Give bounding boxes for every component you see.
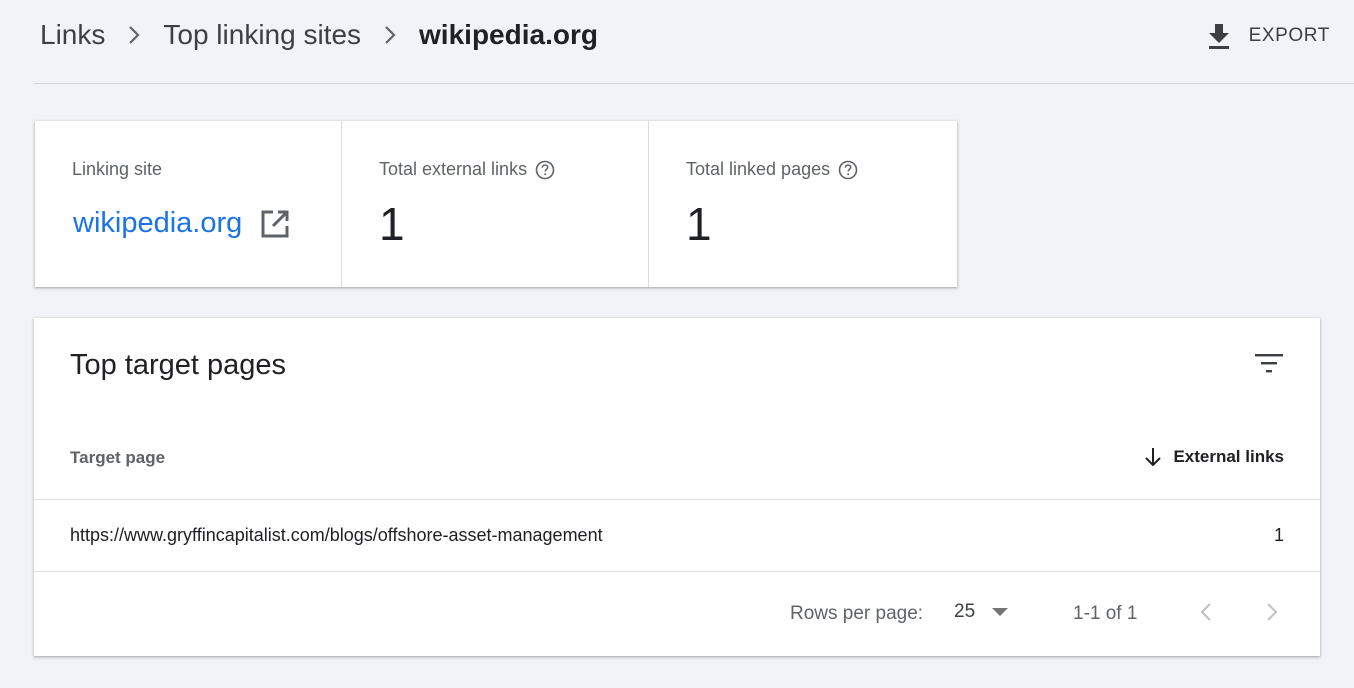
column-header-target-page[interactable]: Target page	[70, 448, 165, 468]
total-linked-pages-label: Total linked pages	[686, 159, 858, 180]
filter-list-icon	[1254, 352, 1284, 374]
table-row[interactable]: https://www.gryffincapitalist.com/blogs/…	[34, 500, 1320, 572]
total-external-links-label: Total external links	[379, 159, 555, 180]
breadcrumb-top-linking-sites[interactable]: Top linking sites	[163, 19, 361, 51]
linking-site-label: Linking site	[72, 159, 162, 180]
summary-card: Linking site wikipedia.org Total externa…	[35, 121, 957, 287]
linking-site-value[interactable]: wikipedia.org	[73, 207, 242, 240]
previous-page-button[interactable]	[1188, 594, 1224, 630]
external-links-cell: 1	[1273, 525, 1284, 545]
rows-per-page-value: 25	[954, 601, 976, 622]
linking-site-metric: Linking site wikipedia.org	[35, 121, 342, 287]
linking-site-label-text: Linking site	[72, 159, 163, 179]
help-circle-icon[interactable]	[535, 160, 555, 180]
card-title: Top target pages	[70, 349, 287, 381]
chevron-right-icon	[1266, 602, 1278, 622]
next-page-button[interactable]	[1254, 594, 1290, 630]
filter-button[interactable]	[1252, 348, 1286, 378]
dropdown-caret-icon	[991, 607, 1009, 617]
breadcrumb-current: wikipedia.org	[419, 19, 598, 50]
column-header-external-links-label: External links	[1173, 447, 1284, 466]
target-page-cell[interactable]: https://www.gryffincapitalist.com/blogs/…	[70, 525, 603, 546]
page: Links Top linking sites wikipedia.org EX…	[0, 0, 1354, 688]
pagination: Rows per page: 25 1-1 of 1	[34, 572, 1320, 656]
total-linked-pages-label-text: Total linked pages	[686, 159, 831, 179]
total-external-links-metric: Total external links 1	[342, 121, 649, 287]
rows-per-page-label: Rows per page:	[790, 603, 924, 624]
help-circle-icon[interactable]	[838, 160, 858, 180]
column-header-external-links[interactable]: External links	[1143, 446, 1284, 468]
export-button[interactable]: EXPORT	[1206, 19, 1330, 53]
download-icon	[1206, 22, 1249, 50]
breadcrumb-links[interactable]: Links	[40, 19, 105, 51]
chevron-right-icon	[361, 25, 419, 45]
total-external-links-value: 1	[379, 198, 405, 250]
linking-site-link[interactable]: wikipedia.org	[73, 207, 290, 240]
arrow-down-icon	[1143, 446, 1173, 468]
breadcrumb: Links Top linking sites wikipedia.org	[40, 19, 598, 51]
pagination-range: 1-1 of 1	[1073, 603, 1138, 624]
total-external-links-label-text: Total external links	[379, 159, 528, 179]
total-linked-pages-value: 1	[686, 198, 712, 250]
table-header: Target page External links	[34, 430, 1320, 500]
rows-per-page-select[interactable]: 25	[954, 594, 1026, 630]
chevron-right-icon	[105, 25, 163, 45]
top-target-pages-card: Top target pages Target page External li…	[34, 318, 1320, 656]
export-label: EXPORT	[1248, 25, 1330, 46]
chevron-left-icon	[1200, 602, 1212, 622]
open-in-new-icon[interactable]	[260, 209, 290, 239]
page-header: Links Top linking sites wikipedia.org EX…	[34, 0, 1354, 84]
total-linked-pages-metric: Total linked pages 1	[649, 121, 957, 287]
